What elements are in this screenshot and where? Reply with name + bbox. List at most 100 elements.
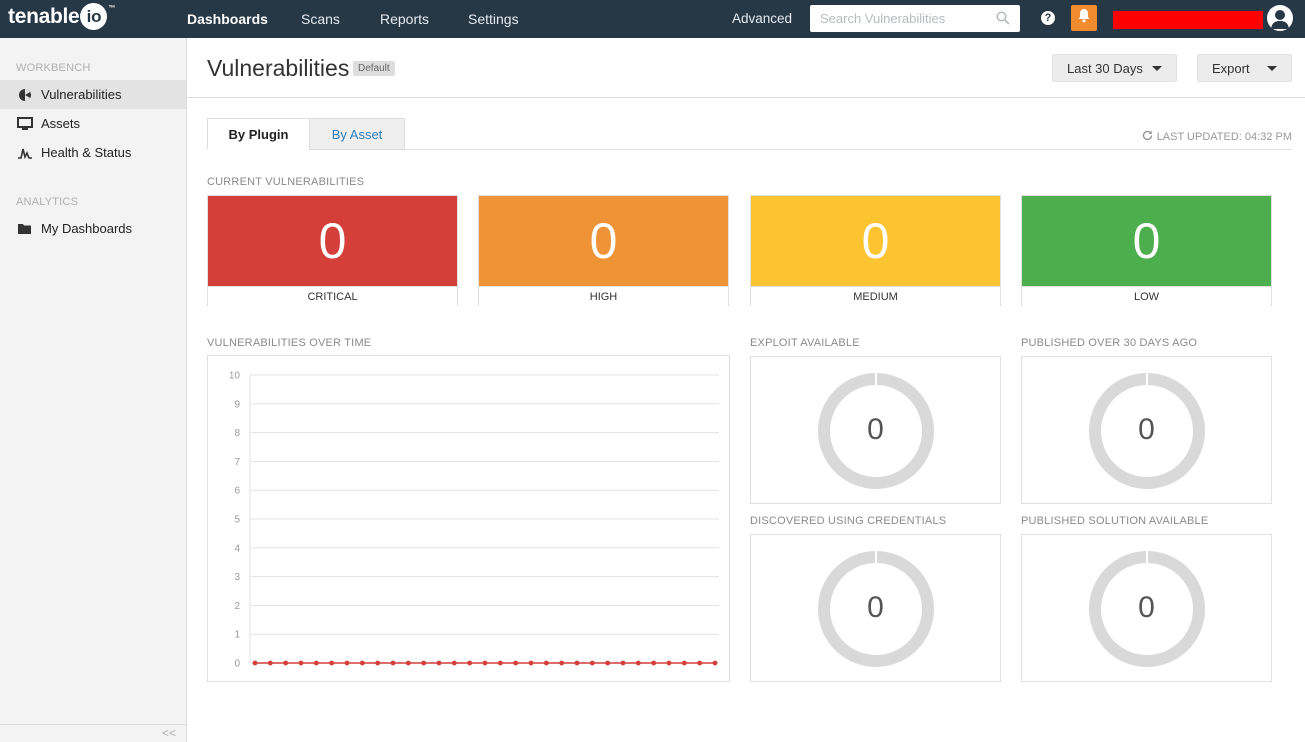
last-updated: LAST UPDATED: 04:32 PM xyxy=(1142,130,1292,144)
data-point[interactable] xyxy=(497,660,503,666)
medium-card[interactable]: 0 MEDIUM xyxy=(750,195,1001,306)
data-point[interactable] xyxy=(635,660,641,666)
y-tick-label: 9 xyxy=(234,399,240,410)
critical-card[interactable]: 0 CRITICAL xyxy=(207,195,458,306)
data-point[interactable] xyxy=(543,660,549,666)
vulnerabilities-icon xyxy=(16,86,33,103)
data-point[interactable] xyxy=(344,660,350,666)
data-point[interactable] xyxy=(267,660,273,666)
tab-by-plugin[interactable]: By Plugin xyxy=(207,118,310,150)
exploit-available-heading: EXPLOIT AVAILABLE xyxy=(750,337,860,349)
nav-scans[interactable]: Scans xyxy=(301,11,340,27)
data-point[interactable] xyxy=(712,660,718,666)
data-point[interactable] xyxy=(467,660,473,666)
critical-count: 0 xyxy=(208,196,457,286)
data-point[interactable] xyxy=(574,660,580,666)
export-label: Export xyxy=(1212,60,1250,76)
donut-value: 0 xyxy=(867,413,884,446)
search-icon[interactable] xyxy=(996,11,1010,30)
data-point[interactable] xyxy=(528,660,534,666)
default-badge: Default xyxy=(353,61,395,76)
y-tick-label: 10 xyxy=(229,371,241,382)
data-point[interactable] xyxy=(451,660,457,666)
last-updated-text: LAST UPDATED: 04:32 PM xyxy=(1156,131,1292,143)
low-card[interactable]: 0 LOW xyxy=(1021,195,1272,306)
data-point[interactable] xyxy=(605,660,611,666)
data-point[interactable] xyxy=(513,660,519,666)
high-count: 0 xyxy=(479,196,728,286)
top-navbar: tenable io ™ Dashboards Scans Reports Se… xyxy=(0,0,1305,38)
high-card[interactable]: 0 HIGH xyxy=(478,195,729,306)
sidebar: WORKBENCH Vulnerabilities Assets Health … xyxy=(0,38,187,742)
date-range-dropdown[interactable]: Last 30 Days xyxy=(1052,54,1177,82)
data-point[interactable] xyxy=(559,660,565,666)
donut-value: 0 xyxy=(1138,591,1155,624)
data-point[interactable] xyxy=(329,660,335,666)
search-input[interactable] xyxy=(810,5,990,32)
data-point[interactable] xyxy=(666,660,672,666)
y-tick-label: 0 xyxy=(234,659,240,670)
data-point[interactable] xyxy=(298,660,304,666)
refresh-icon[interactable] xyxy=(1142,130,1153,144)
sidebar-item-my-dashboards[interactable]: My Dashboards xyxy=(0,214,186,243)
low-count: 0 xyxy=(1022,196,1271,286)
sidebar-item-label: My Dashboards xyxy=(41,221,133,236)
published-30-days-widget[interactable]: 0 xyxy=(1021,356,1272,504)
y-tick-label: 8 xyxy=(234,428,240,439)
analytics-heading: ANALYTICS xyxy=(16,196,79,208)
sidebar-collapse-bar[interactable]: << xyxy=(0,724,186,742)
sidebar-item-assets[interactable]: Assets xyxy=(0,109,186,138)
published-solution-heading: PUBLISHED SOLUTION AVAILABLE xyxy=(1021,515,1209,527)
monitor-icon xyxy=(16,115,33,132)
tab-by-asset[interactable]: By Asset xyxy=(309,118,405,150)
data-point[interactable] xyxy=(482,660,488,666)
y-tick-label: 5 xyxy=(234,515,240,526)
published-30-days-heading: PUBLISHED OVER 30 DAYS AGO xyxy=(1021,337,1198,349)
data-point[interactable] xyxy=(589,660,595,666)
workbench-heading: WORKBENCH xyxy=(16,62,91,74)
data-point[interactable] xyxy=(252,660,258,666)
data-point[interactable] xyxy=(697,660,703,666)
y-tick-label: 3 xyxy=(234,572,240,583)
notifications-button[interactable] xyxy=(1071,5,1097,31)
data-point[interactable] xyxy=(283,660,289,666)
exploit-available-widget[interactable]: 0 xyxy=(750,356,1001,504)
data-point[interactable] xyxy=(375,660,381,666)
y-tick-label: 6 xyxy=(234,486,240,497)
sidebar-item-label: Vulnerabilities xyxy=(41,87,122,102)
nav-reports[interactable]: Reports xyxy=(380,11,429,27)
y-tick-label: 1 xyxy=(234,630,240,641)
published-solution-widget[interactable]: 0 xyxy=(1021,534,1272,682)
data-point[interactable] xyxy=(681,660,687,666)
question-icon[interactable]: ? xyxy=(1041,11,1055,25)
sidebar-item-vulnerabilities[interactable]: Vulnerabilities xyxy=(0,80,186,109)
pulse-icon xyxy=(16,144,33,161)
discovered-credentials-widget[interactable]: 0 xyxy=(750,534,1001,682)
data-point[interactable] xyxy=(421,660,427,666)
critical-label: CRITICAL xyxy=(208,286,457,306)
redacted-username[interactable] xyxy=(1113,11,1263,29)
advanced-link[interactable]: Advanced xyxy=(732,11,792,26)
high-label: HIGH xyxy=(479,286,728,306)
page-title: Vulnerabilities xyxy=(207,55,350,81)
data-point[interactable] xyxy=(313,660,319,666)
nav-dashboards[interactable]: Dashboards xyxy=(187,11,268,27)
discovered-credentials-heading: DISCOVERED USING CREDENTIALS xyxy=(750,515,947,527)
tenable-logo[interactable]: tenable io ™ xyxy=(8,3,115,30)
export-dropdown[interactable]: Export xyxy=(1197,54,1292,82)
data-point[interactable] xyxy=(436,660,442,666)
user-avatar[interactable] xyxy=(1267,5,1293,31)
data-point[interactable] xyxy=(359,660,365,666)
collapse-icon[interactable]: << xyxy=(162,726,176,740)
data-point[interactable] xyxy=(405,660,411,666)
over-time-chart: 0 1 2 3 4 5 6 7 8 9 10 xyxy=(229,371,719,670)
donut-value: 0 xyxy=(1138,413,1155,446)
sidebar-item-label: Assets xyxy=(41,116,81,131)
data-point[interactable] xyxy=(390,660,396,666)
logo-trademark: ™ xyxy=(108,5,116,12)
data-point[interactable] xyxy=(651,660,657,666)
sidebar-item-health-status[interactable]: Health & Status xyxy=(0,138,186,167)
data-point[interactable] xyxy=(620,660,626,666)
nav-settings[interactable]: Settings xyxy=(468,11,519,27)
donut-value: 0 xyxy=(867,591,884,624)
